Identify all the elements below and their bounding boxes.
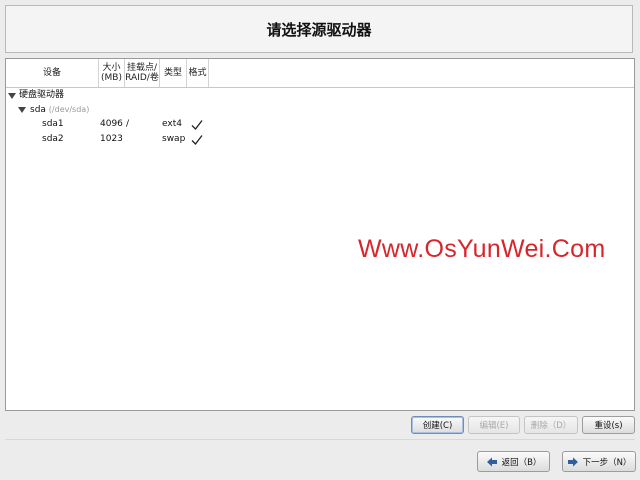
partition-size: 4096 bbox=[100, 119, 123, 129]
create-button[interactable]: 创建(C) bbox=[411, 416, 464, 434]
next-label: 下一步（N） bbox=[582, 457, 632, 468]
col-mount[interactable]: 挂载点/RAID/卷 bbox=[125, 59, 160, 87]
divider bbox=[5, 439, 635, 440]
watermark-text: Www.OsYunWei.Com bbox=[358, 235, 606, 263]
partition-name: sda2 bbox=[42, 134, 64, 144]
page-title: 请选择源驱动器 bbox=[266, 20, 372, 39]
back-button[interactable]: 返回（B） bbox=[477, 451, 550, 472]
edit-button[interactable]: 编辑(E) bbox=[468, 416, 520, 434]
col-size[interactable]: 大小 (MB) bbox=[99, 59, 125, 87]
tree-group-label[interactable]: 硬盘驱动器 bbox=[19, 89, 64, 102]
arrow-left-icon bbox=[486, 457, 497, 466]
back-label: 返回（B） bbox=[501, 457, 542, 468]
partition-type: swap bbox=[162, 134, 186, 144]
col-format[interactable]: 格式 bbox=[187, 59, 209, 87]
disk-name: sda bbox=[30, 105, 46, 115]
col-type[interactable]: 类型 bbox=[160, 59, 187, 87]
next-button[interactable]: 下一步（N） bbox=[562, 451, 636, 472]
partition-type: ext4 bbox=[162, 119, 182, 129]
title-bar: 请选择源驱动器 bbox=[5, 5, 633, 53]
table-header: 设备 大小 (MB) 挂载点/RAID/卷 类型 格式 bbox=[6, 59, 634, 87]
checkmark-icon bbox=[191, 135, 203, 145]
expand-triangle-icon[interactable] bbox=[8, 93, 16, 99]
arrow-right-icon bbox=[567, 457, 578, 466]
disk-path: (/dev/sda) bbox=[48, 105, 90, 114]
expand-triangle-icon[interactable] bbox=[18, 107, 26, 113]
partition-size: 1023 bbox=[100, 134, 123, 144]
col-device[interactable]: 设备 bbox=[6, 59, 99, 87]
partition-mount: / bbox=[126, 119, 130, 129]
disk-row[interactable]: sda (/dev/sda) bbox=[30, 103, 89, 116]
header-divider bbox=[6, 87, 634, 88]
reset-button[interactable]: 重设(s) bbox=[582, 416, 635, 434]
checkmark-icon bbox=[191, 120, 203, 130]
partition-name: sda1 bbox=[42, 119, 64, 129]
delete-button[interactable]: 删除（D） bbox=[524, 416, 578, 434]
